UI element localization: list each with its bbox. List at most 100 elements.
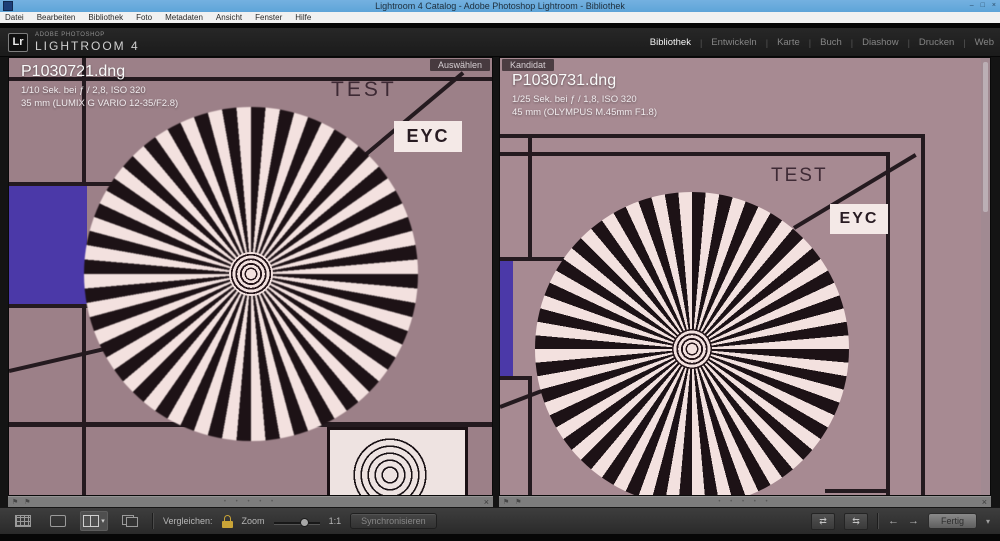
chart-eyc-label: EYC <box>394 121 462 152</box>
candidate-tag: Kandidat <box>502 59 554 71</box>
candidate-filename: P1030731.dng <box>512 72 617 89</box>
compare-view-button[interactable]: ▾ <box>80 511 108 531</box>
maximize-button[interactable]: □ <box>981 0 985 12</box>
compare-label: Vergleichen: <box>163 516 213 526</box>
module-separator: | <box>907 37 910 48</box>
menu-hilfe[interactable]: Hilfe <box>295 13 311 22</box>
zoom-value: 1:1 <box>328 516 342 526</box>
select-tag: Auswählen <box>429 59 490 71</box>
deselect-icon[interactable]: × <box>484 497 489 507</box>
menu-foto[interactable]: Foto <box>136 13 152 22</box>
chart-grid-line <box>825 489 888 493</box>
chart-grid-line <box>9 304 91 308</box>
chart-eyc-label: EYC <box>830 204 888 234</box>
chart-grid-line <box>921 134 925 495</box>
module-separator: | <box>850 37 854 48</box>
module-separator: | <box>699 37 703 48</box>
select-filename: P1030721.dng <box>21 63 126 80</box>
module-separator: | <box>808 37 812 48</box>
compare-view: TEST EYC Auswählen P1030721.dng 1/10 Sek… <box>0 57 1000 507</box>
chart-blue-patch <box>9 186 87 304</box>
chart-rings-box <box>327 427 468 495</box>
candidate-panel: TEST EYC Kandidat P1030731.dng 1/25 Sek.… <box>499 57 991 507</box>
menubar: Datei Bearbeiten Bibliothek Foto Metadat… <box>0 12 1000 23</box>
select-lens: 35 mm (LUMIX G VARIO 12-35/F2.8) <box>21 98 179 109</box>
next-photo-button[interactable]: → <box>908 515 919 527</box>
siemens-star-center <box>229 252 273 296</box>
module-buch[interactable]: Buch <box>820 37 842 48</box>
module-picker: Bibliothek | Entwickeln | Karte | Buch |… <box>650 28 994 57</box>
loupe-view-icon <box>50 515 66 527</box>
survey-view-button[interactable] <box>117 512 143 530</box>
survey-view-icon <box>122 515 138 527</box>
chart-grid-line <box>528 138 532 261</box>
previous-photo-button[interactable]: ← <box>888 515 899 527</box>
chart-blue-patch <box>500 261 513 376</box>
make-select-button[interactable]: ⇆ <box>843 512 868 530</box>
window-bottom-edge <box>0 534 1000 541</box>
lightroom-header: Lr ADOBE PHOTOSHOP LIGHTROOM 4 Bibliothe… <box>0 28 1000 57</box>
menu-bearbeiten[interactable]: Bearbeiten <box>37 13 76 22</box>
loupe-view-button[interactable] <box>45 512 71 530</box>
select-photo[interactable]: TEST EYC Auswählen P1030721.dng 1/10 Sek… <box>8 57 493 496</box>
swap-select-candidate-button[interactable]: ⇄ <box>810 512 835 530</box>
module-separator: | <box>963 37 966 48</box>
candidate-rating-strip: ⚑ ⚑ • • • • • × <box>499 496 991 507</box>
chevron-down-icon: ▾ <box>101 518 105 525</box>
close-button[interactable]: × <box>992 0 996 12</box>
minimize-button[interactable]: – <box>970 0 974 12</box>
grid-view-button[interactable] <box>10 512 36 530</box>
menu-fenster[interactable]: Fenster <box>255 13 282 22</box>
select-panel: TEST EYC Auswählen P1030721.dng 1/10 Sek… <box>8 57 493 507</box>
chart-grid-line <box>500 152 890 156</box>
zoom-label: Zoom <box>241 516 265 526</box>
compare-view-icon <box>83 515 100 527</box>
module-entwickeln[interactable]: Entwickeln <box>711 37 756 48</box>
chart-test-label: TEST <box>331 78 397 101</box>
chart-test-label: TEST <box>771 165 828 186</box>
toolbar-options-chevron[interactable]: ▾ <box>986 517 990 526</box>
siemens-star-center <box>672 329 712 369</box>
menu-datei[interactable]: Datei <box>5 13 24 22</box>
toolbar-separator <box>876 513 879 529</box>
menu-ansicht[interactable]: Ansicht <box>216 13 242 22</box>
grid-view-icon <box>15 515 31 527</box>
scrollbar-thumb[interactable] <box>983 62 988 212</box>
deselect-icon[interactable]: × <box>982 497 987 507</box>
module-diashow[interactable]: Diashow <box>862 37 898 48</box>
promote-icon: ⇆ <box>852 515 860 526</box>
menu-bibliothek[interactable]: Bibliothek <box>88 13 123 22</box>
lightroom-logo: Lr ADOBE PHOTOSHOP LIGHTROOM 4 <box>8 32 140 53</box>
lr-logo-icon: Lr <box>8 32 28 52</box>
menu-metadaten[interactable]: Metadaten <box>165 13 203 22</box>
module-web[interactable]: Web <box>975 37 994 48</box>
candidate-exposure: 1/25 Sek. bei ƒ / 1,8, ISO 320 <box>512 94 637 105</box>
swap-icon: ⇄ <box>819 515 827 526</box>
window-title: Lightroom 4 Catalog - Adobe Photoshop Li… <box>375 1 625 11</box>
chart-grid-line <box>82 308 86 495</box>
rating-dots[interactable]: • • • • • <box>499 498 991 507</box>
zoom-slider[interactable] <box>273 517 320 527</box>
zoom-slider-handle[interactable] <box>300 518 310 527</box>
lock-icon[interactable] <box>221 514 233 528</box>
module-separator: | <box>765 37 769 48</box>
candidate-photo[interactable]: TEST EYC Kandidat P1030731.dng 1/25 Sek.… <box>499 57 991 496</box>
toolbar-separator <box>152 513 154 529</box>
chart-concentric-rings <box>353 438 427 495</box>
done-button[interactable]: Fertig <box>927 513 977 529</box>
module-karte[interactable]: Karte <box>777 37 800 48</box>
logo-lightroom-4: LIGHTROOM 4 <box>35 38 140 53</box>
toolbar: ▾ Vergleichen: Zoom 1:1 Synchronisieren … <box>0 507 1000 534</box>
lightroom-window: Lightroom 4 Catalog - Adobe Photoshop Li… <box>0 0 1000 541</box>
rating-dots[interactable]: • • • • • <box>8 498 493 507</box>
candidate-lens: 45 mm (OLYMPUS M.45mm F1.8) <box>512 107 657 118</box>
logo-adobe-photoshop: ADOBE PHOTOSHOP <box>35 31 105 38</box>
sync-button[interactable]: Synchronisieren <box>350 513 437 529</box>
module-drucken[interactable]: Drucken <box>919 37 954 48</box>
titlebar: Lightroom 4 Catalog - Adobe Photoshop Li… <box>0 0 1000 12</box>
chart-grid-line <box>500 134 925 138</box>
module-bibliothek[interactable]: Bibliothek <box>650 37 691 48</box>
select-rating-strip: ⚑ ⚑ • • • • • × <box>8 496 493 507</box>
select-exposure: 1/10 Sek. bei ƒ / 2,8, ISO 320 <box>21 85 146 96</box>
vertical-scrollbar[interactable] <box>981 58 990 495</box>
